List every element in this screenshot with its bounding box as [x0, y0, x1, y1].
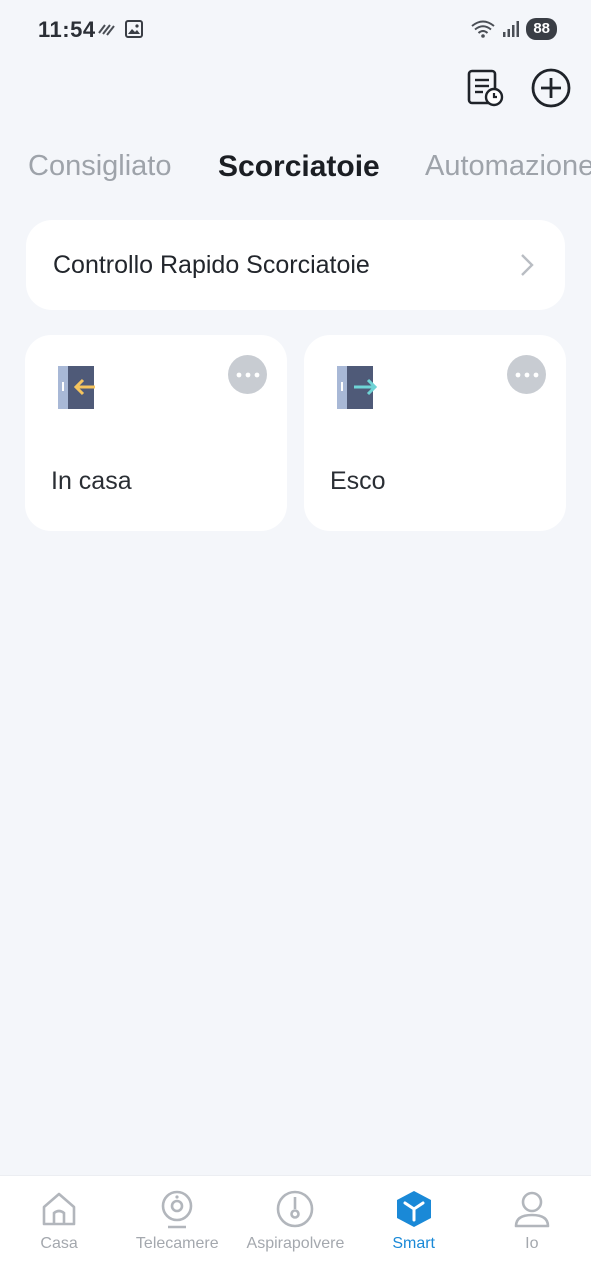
- add-button[interactable]: [529, 66, 573, 110]
- status-right: 88: [470, 18, 557, 40]
- scene-more-button[interactable]: [507, 355, 546, 394]
- door-exit-icon: [337, 366, 378, 409]
- status-notification-icons: [97, 20, 143, 38]
- status-time: 11:54: [38, 17, 96, 42]
- vacuum-icon: [277, 1190, 314, 1228]
- scene-name: Esco: [330, 467, 386, 495]
- nav-label: Telecamere: [135, 1235, 219, 1252]
- scene-card-in-casa[interactable]: In casa: [25, 335, 287, 531]
- smart-cube-icon: [396, 1191, 431, 1227]
- wifi-icon: [471, 20, 495, 38]
- image-icon: [125, 20, 143, 38]
- history-button[interactable]: [463, 66, 507, 110]
- status-bar: 11:54 88: [0, 0, 591, 60]
- home-icon: [42, 1192, 76, 1226]
- nav-label: Smart: [392, 1235, 435, 1252]
- nav-smart[interactable]: Smart: [355, 1176, 473, 1281]
- tab-bar: Consigliato Scorciatoie Automazione: [28, 150, 591, 200]
- nav-casa[interactable]: Casa: [0, 1176, 118, 1281]
- door-enter-icon: [58, 366, 95, 409]
- tab-consigliato[interactable]: Consigliato: [28, 150, 171, 183]
- more-dots-icon: [515, 372, 538, 377]
- scene-name: In casa: [51, 467, 132, 495]
- scene-more-button[interactable]: [228, 355, 267, 394]
- nav-aspirapolvere[interactable]: Aspirapolvere: [236, 1176, 354, 1281]
- more-dots-icon: [236, 372, 259, 377]
- user-icon: [514, 1191, 550, 1228]
- document-clock-icon: [467, 69, 504, 107]
- nav-label: Casa: [40, 1235, 78, 1252]
- quick-control-card[interactable]: Controllo Rapido Scorciatoie: [26, 220, 565, 310]
- plus-circle-icon: [531, 68, 571, 108]
- chevron-right-icon: [521, 254, 534, 276]
- camera-icon: [161, 1190, 193, 1229]
- cell-signal-icon: [503, 21, 520, 37]
- bottom-nav: Casa Telecamere Aspirapolvere Smart Io: [0, 1175, 591, 1281]
- no-signal-icon: [98, 24, 115, 36]
- battery-indicator: 88: [526, 18, 557, 40]
- quick-control-label: Controllo Rapido Scorciatoie: [53, 250, 370, 279]
- scene-card-esco[interactable]: Esco: [304, 335, 566, 531]
- tab-scorciatoie[interactable]: Scorciatoie: [218, 150, 380, 184]
- nav-telecamere[interactable]: Telecamere: [118, 1176, 236, 1281]
- tab-automazione[interactable]: Automazione: [425, 150, 591, 183]
- nav-io[interactable]: Io: [473, 1176, 591, 1281]
- nav-label: Io: [525, 1235, 539, 1252]
- nav-label: Aspirapolvere: [246, 1235, 345, 1252]
- top-actions: [463, 66, 573, 110]
